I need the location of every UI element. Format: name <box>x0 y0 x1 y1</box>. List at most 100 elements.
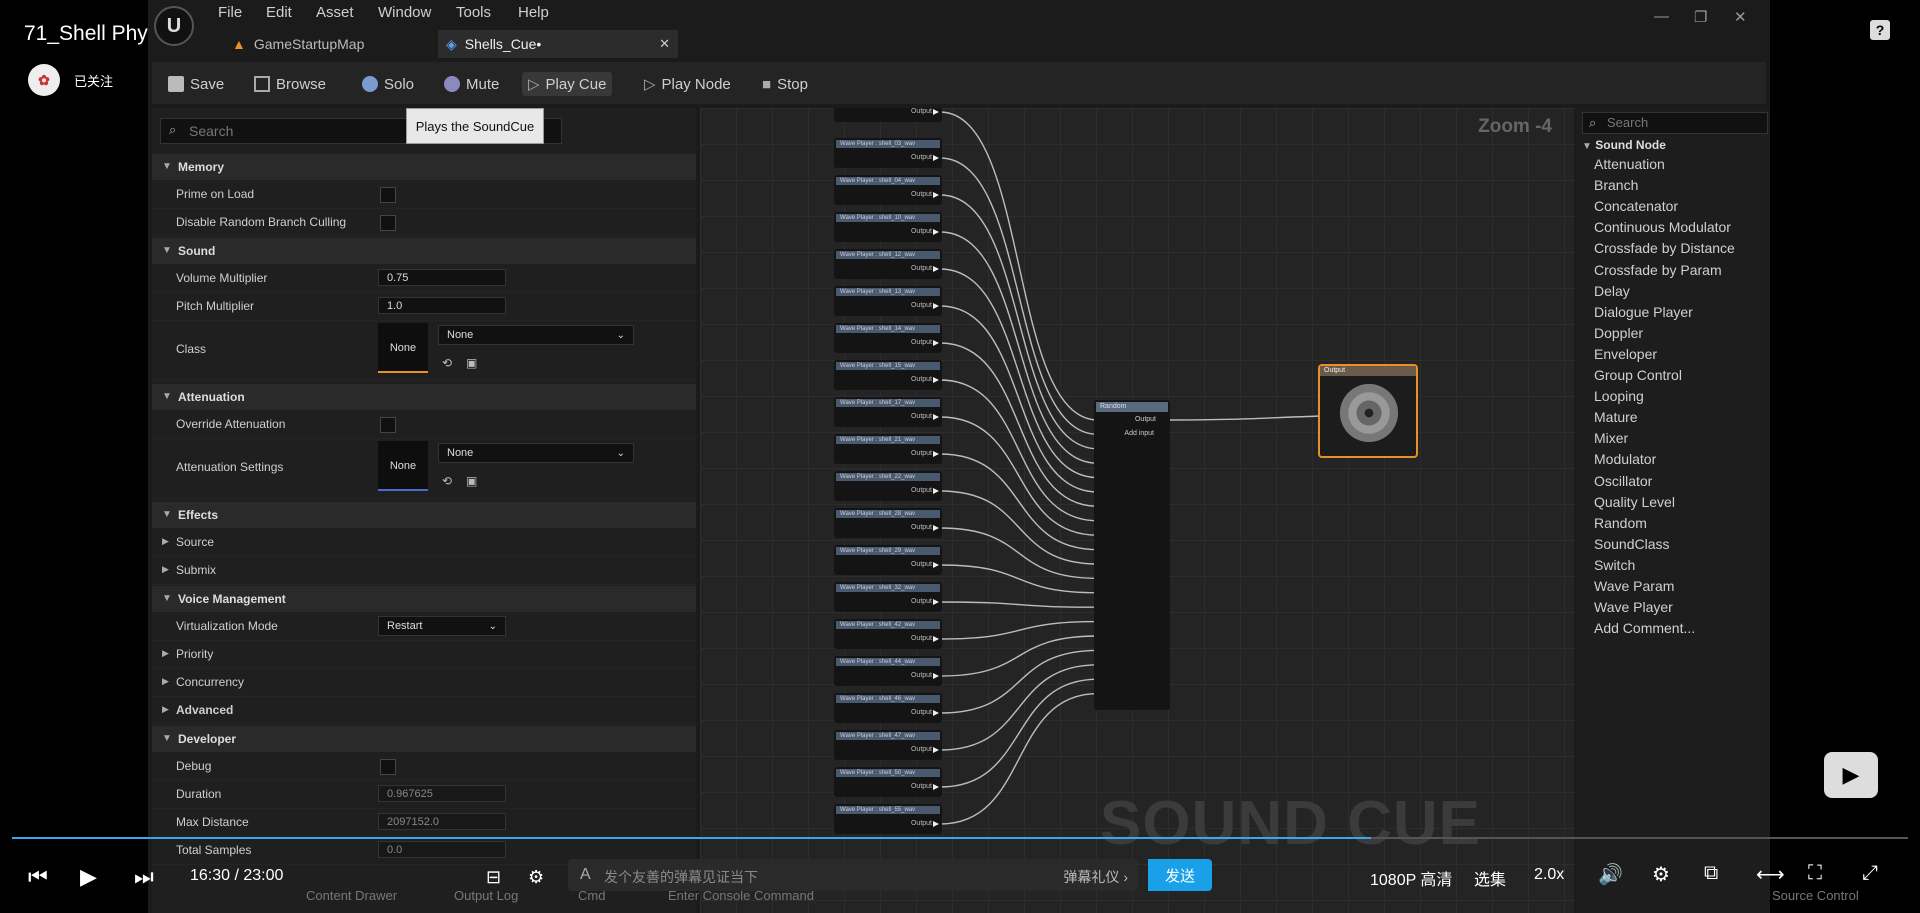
wave-player-node[interactable]: Wave Player : shell_17_wav Output <box>834 397 942 427</box>
pip-icon[interactable]: ⧉ <box>1704 862 1718 885</box>
follow-status[interactable]: 已关注 <box>74 71 113 90</box>
speed-selector[interactable]: 2.0x <box>1534 866 1564 884</box>
tab-game-startup-map[interactable]: ▲ GameStartupMap <box>224 30 445 58</box>
avatar[interactable]: ✿ <box>28 64 60 96</box>
wave-player-node[interactable]: Wave Player : shell_22_wav Output <box>834 471 942 501</box>
wave-player-node[interactable]: Wave Player : shell_28_wav Output <box>834 508 942 538</box>
sound-cue-graph[interactable]: Output Wave Player : shell_03_wav Output Wa… <box>700 108 1574 913</box>
output-pin[interactable] <box>933 377 939 383</box>
wave-player-node[interactable]: Wave Player : shell_03_wav Output <box>834 138 942 168</box>
section-effects[interactable]: ▼ Effects <box>152 502 696 528</box>
progress-bar[interactable] <box>12 837 1372 839</box>
previous-icon[interactable]: ⏮ <box>28 864 48 890</box>
palette-item[interactable]: SoundClass <box>1594 536 1670 552</box>
stop-button[interactable]: ■ Stop <box>756 72 814 96</box>
class-thumbnail[interactable]: None <box>378 323 428 373</box>
palette-item[interactable]: Delay <box>1594 283 1630 299</box>
palette-item[interactable]: Add Comment... <box>1594 620 1695 636</box>
palette-item[interactable]: Switch <box>1594 557 1635 573</box>
palette-item[interactable]: Quality Level <box>1594 494 1675 510</box>
debug-checkbox[interactable] <box>380 759 396 775</box>
danmu-etiquette-link[interactable]: 弹幕礼仪 › <box>1063 867 1128 887</box>
wave-player-node[interactable]: Output <box>834 108 942 122</box>
volume-multiplier-field[interactable]: 0.75 <box>378 269 506 286</box>
palette-category[interactable]: ▼ Sound Node <box>1582 138 1666 152</box>
palette-item[interactable]: Wave Player <box>1594 599 1673 615</box>
browse-asset-icon[interactable]: ▣ <box>466 356 477 370</box>
prime-on-load-checkbox[interactable] <box>380 187 396 203</box>
section-developer[interactable]: ▼ Developer <box>152 726 696 752</box>
wave-player-node[interactable]: Wave Player : shell_46_wav Output <box>834 693 942 723</box>
class-dropdown[interactable]: None ⌄ <box>438 325 634 345</box>
palette-item[interactable]: Wave Param <box>1594 578 1674 594</box>
fullscreen-icon[interactable]: ⤢ <box>1862 862 1878 885</box>
random-node[interactable]: Random Output Add input <box>1094 400 1170 710</box>
row-concurrency[interactable]: ▶ Concurrency <box>152 668 696 697</box>
wave-player-node[interactable]: Wave Player : shell_12_wav Output <box>834 249 942 279</box>
wave-player-node[interactable]: Wave Player : shell_13_wav Output <box>834 286 942 316</box>
quality-selector[interactable]: 1080P 高清 <box>1370 866 1452 890</box>
danmu-settings-icon[interactable]: ⚙ <box>528 867 544 888</box>
pitch-multiplier-field[interactable]: 1.0 <box>378 297 506 314</box>
output-pin[interactable] <box>933 155 939 161</box>
save-button[interactable]: Save <box>162 72 230 96</box>
wave-player-node[interactable]: Wave Player : shell_04_wav Output <box>834 175 942 205</box>
output-pin[interactable] <box>933 599 939 605</box>
mute-button[interactable]: Mute <box>438 72 505 96</box>
wave-player-node[interactable]: Wave Player : shell_29_wav Output <box>834 545 942 575</box>
output-pin[interactable] <box>933 710 939 716</box>
use-selected-icon[interactable]: ⟲ <box>442 474 452 488</box>
tab-shells-cue[interactable]: ◈ Shells_Cue• ✕ <box>438 30 678 58</box>
close-window-icon[interactable]: ✕ <box>1734 8 1747 26</box>
solo-button[interactable]: Solo <box>356 72 420 96</box>
output-pin[interactable] <box>933 340 939 346</box>
output-pin[interactable] <box>933 414 939 420</box>
output-pin[interactable] <box>933 673 939 679</box>
virtualization-mode-dropdown[interactable]: Restart ⌄ <box>378 616 506 636</box>
section-memory[interactable]: ▼ Memory <box>152 154 696 180</box>
wave-player-node[interactable]: Wave Player : shell_21_wav Output <box>834 434 942 464</box>
palette-item[interactable]: Continuous Modulator <box>1594 219 1731 235</box>
output-pin[interactable] <box>933 562 939 568</box>
output-pin[interactable] <box>933 821 939 827</box>
output-pin[interactable] <box>933 636 939 642</box>
tv-play-icon[interactable]: ▶ <box>1824 752 1878 798</box>
section-attenuation[interactable]: ▼ Attenuation <box>152 384 696 410</box>
palette-item[interactable]: Attenuation <box>1594 156 1665 172</box>
wave-player-node[interactable]: Wave Player : shell_44_wav Output <box>834 656 942 686</box>
add-input-label[interactable]: Add input <box>1124 430 1154 437</box>
row-priority[interactable]: ▶ Priority <box>152 640 696 669</box>
palette-item[interactable]: Concatenator <box>1594 198 1678 214</box>
browse-button[interactable]: Browse <box>248 72 332 96</box>
disable-random-branch-culling-checkbox[interactable] <box>380 215 396 231</box>
use-selected-icon[interactable]: ⟲ <box>442 356 452 370</box>
danmu-style-icon[interactable]: A <box>580 866 591 884</box>
close-tab-icon[interactable]: ✕ <box>659 36 670 52</box>
palette-item[interactable]: Crossfade by Distance <box>1594 240 1735 256</box>
menu-tools[interactable]: Tools <box>456 4 491 21</box>
palette-item[interactable]: Oscillator <box>1594 473 1652 489</box>
play-cue-button[interactable]: ▷ Play Cue <box>522 72 613 96</box>
palette-item[interactable]: Dialogue Player <box>1594 304 1693 320</box>
row-source[interactable]: ▶ Source <box>152 528 696 557</box>
palette-search-input[interactable]: ⌕ Search <box>1582 112 1768 134</box>
palette-item[interactable]: Random <box>1594 515 1647 531</box>
widescreen-icon[interactable]: ⟷ <box>1756 862 1785 887</box>
wave-player-node[interactable]: Wave Player : shell_47_wav Output <box>834 730 942 760</box>
output-pin[interactable] <box>933 229 939 235</box>
output-pin[interactable] <box>933 525 939 531</box>
next-icon[interactable]: ⏭ <box>134 864 154 890</box>
menu-help[interactable]: Help <box>518 4 549 21</box>
menu-file[interactable]: File <box>218 4 242 21</box>
wave-player-node[interactable]: Wave Player : shell_55_wav Output <box>834 804 942 834</box>
palette-item[interactable]: Modulator <box>1594 451 1656 467</box>
output-node[interactable]: Output <box>1318 364 1418 458</box>
palette-item[interactable]: Branch <box>1594 177 1638 193</box>
attenuation-thumbnail[interactable]: None <box>378 441 428 491</box>
wave-player-node[interactable]: Wave Player : shell_10_wav Output <box>834 212 942 242</box>
output-pin[interactable] <box>933 266 939 272</box>
minimize-icon[interactable]: — <box>1654 8 1669 25</box>
browse-asset-icon[interactable]: ▣ <box>466 474 477 488</box>
palette-item[interactable]: Group Control <box>1594 367 1682 383</box>
output-pin[interactable] <box>933 192 939 198</box>
